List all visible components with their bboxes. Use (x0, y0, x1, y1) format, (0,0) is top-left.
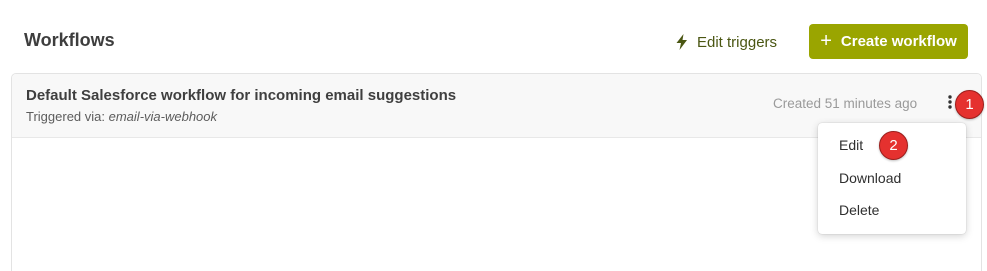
plus-icon: + (820, 29, 832, 52)
workflows-page: Workflows Edit triggers + Create workflo… (0, 0, 987, 271)
workflow-title[interactable]: Default Salesforce workflow for incoming… (26, 87, 456, 104)
created-timestamp: Created 51 minutes ago (773, 96, 918, 111)
create-workflow-label: Create workflow (840, 33, 957, 50)
page-title: Workflows (24, 30, 115, 50)
create-workflow-button[interactable]: + Create workflow (809, 24, 968, 59)
triggered-via-label: Triggered via: (26, 109, 105, 124)
annotation-badge-2: 2 (879, 131, 908, 160)
menu-item-delete[interactable]: Delete (818, 194, 966, 227)
edit-triggers-label: Edit triggers (697, 33, 778, 51)
edit-triggers-button[interactable]: Edit triggers (676, 29, 777, 55)
lightning-bolt-icon (676, 34, 688, 50)
vertical-ellipsis-icon (948, 94, 952, 114)
trigger-name: email-via-webhook (108, 109, 218, 124)
workflow-trigger-info: Triggered via: email-via-webhook (26, 109, 217, 124)
menu-item-download[interactable]: Download (818, 162, 966, 195)
annotation-badge-1: 1 (955, 90, 984, 119)
